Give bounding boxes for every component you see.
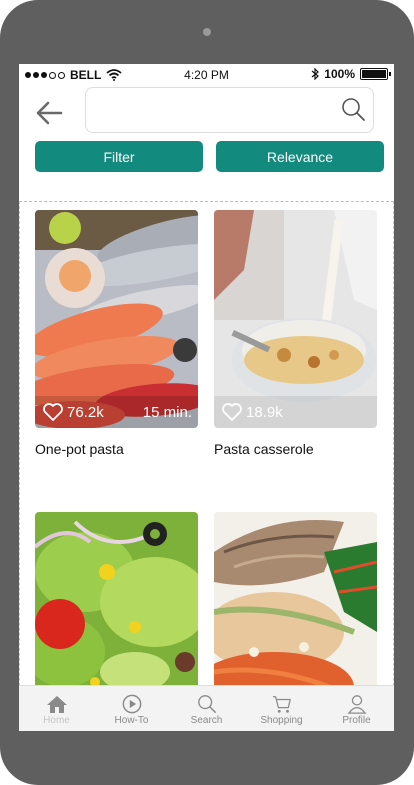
- likes-count: 76.2k: [67, 403, 104, 421]
- status-right: 100%: [311, 67, 391, 81]
- tab-label: How-To: [114, 715, 149, 726]
- phone-frame: BELL 4:20 PM 100% Filter Relevance 76.2k…: [0, 0, 414, 785]
- recipe-stats: 18.9k: [214, 396, 377, 428]
- cook-time: 15 min.: [142, 403, 192, 421]
- recipe-image[interactable]: 18.9k: [214, 210, 377, 428]
- relevance-button[interactable]: Relevance: [216, 141, 384, 172]
- play-icon: [122, 694, 141, 714]
- tab-search[interactable]: Search: [169, 686, 244, 731]
- search-icon: [197, 695, 216, 713]
- tab-shopping[interactable]: Shopping: [244, 686, 319, 731]
- back-arrow-icon[interactable]: [33, 97, 65, 129]
- tab-label: Search: [190, 715, 223, 726]
- recipe-title[interactable]: Pasta casserole: [214, 441, 314, 457]
- divider: [19, 201, 394, 202]
- tab-how-to[interactable]: How-To: [94, 686, 169, 731]
- search-input[interactable]: [96, 98, 330, 124]
- tab-home[interactable]: Home: [19, 686, 94, 731]
- heart-icon[interactable]: [42, 402, 64, 422]
- home-icon: [46, 696, 67, 713]
- tab-label: Home: [43, 715, 70, 726]
- bluetooth-icon: [311, 68, 320, 80]
- recipe-image[interactable]: 76.2k 15 min.: [35, 210, 198, 428]
- search-bar[interactable]: [85, 87, 374, 133]
- cart-icon: [272, 696, 291, 713]
- filter-button[interactable]: Filter: [35, 141, 203, 172]
- screen: BELL 4:20 PM 100% Filter Relevance 76.2k…: [19, 64, 394, 731]
- tab-profile[interactable]: Profile: [319, 686, 394, 731]
- likes-count: 18.9k: [246, 403, 283, 421]
- recipe-title[interactable]: One-pot pasta: [35, 441, 124, 457]
- battery-icon: [360, 68, 391, 80]
- divider: [393, 201, 394, 731]
- recipe-stats: 76.2k 15 min.: [35, 396, 198, 428]
- status-bar: BELL 4:20 PM 100%: [19, 64, 394, 86]
- tab-label: Profile: [342, 715, 371, 726]
- tab-label: Shopping: [260, 715, 303, 726]
- divider: [19, 201, 20, 731]
- search-icon[interactable]: [339, 96, 367, 124]
- battery-percent: 100%: [324, 67, 355, 81]
- tab-bar: Home How-To Search Shopping Profile: [19, 685, 394, 731]
- heart-icon[interactable]: [221, 402, 243, 422]
- camera-dot: [203, 28, 211, 36]
- profile-icon: [347, 695, 366, 714]
